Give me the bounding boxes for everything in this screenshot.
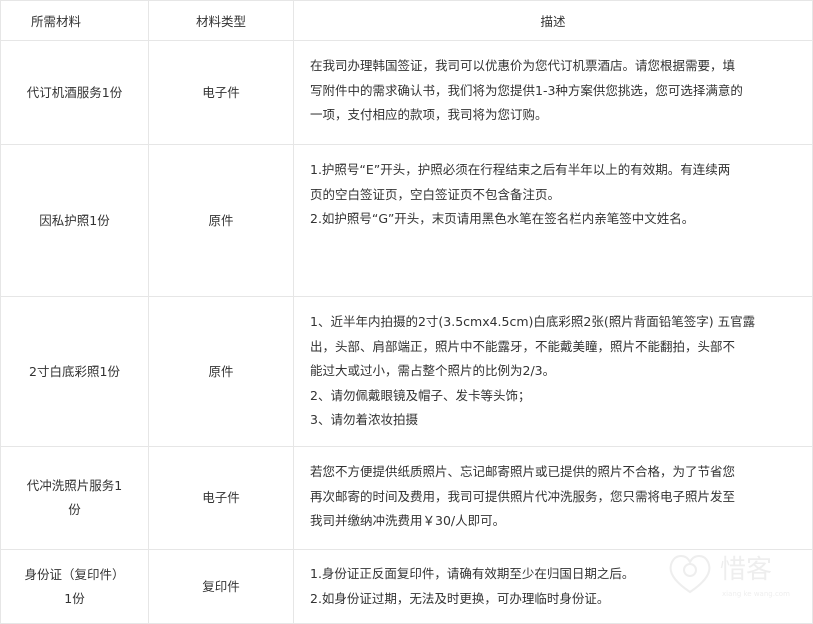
description-cell: 1.护照号“E”开头，护照必须在行程结束之后有半年以上的有效期。有连续两 页的空… <box>293 144 813 297</box>
table-row: 代冲洗照片服务1 份 电子件 若您不方便提供纸质照片、忘记邮寄照片或已提供的照片… <box>0 446 813 550</box>
material-name-cell: 2寸白底彩照1份 <box>0 296 149 447</box>
material-name-cell: 代订机酒服务1份 <box>0 40 149 145</box>
header-material-type: 材料类型 <box>148 0 294 41</box>
table-header-row: 所需材料 材料类型 描述 <box>0 0 813 41</box>
description-line: 2.如护照号“G”开头，末页请用黑色水笔在签名栏内亲笔签中文姓名。 <box>310 211 695 226</box>
description-line: 在我司办理韩国签证，我司可以优惠价为您代订机票酒店。请您根据需要，填 <box>310 58 736 73</box>
material-name: 代冲洗照片服务1 份 <box>1 474 148 522</box>
material-name: 因私护照1份 <box>39 212 110 228</box>
description-line: 1.身份证正反面复印件，请确有效期至少在归国日期之后。 <box>310 566 635 581</box>
material-type: 电子件 <box>148 40 294 145</box>
description-line: 页的空白签证页，空白签证页不包含备注页。 <box>310 186 561 202</box>
description-line: 一项，支付相应的款项，我司将为您订购。 <box>310 107 548 122</box>
materials-table: 所需材料 材料类型 描述 代订机酒服务1份 电子件 在我司办理韩国签证，我司可以… <box>0 0 813 624</box>
table-row: 身份证（复印件） 1份 复印件 1.身份证正反面复印件，请确有效期至少在归国日期… <box>0 549 813 624</box>
table-row: 因私护照1份 原件 1.护照号“E”开头，护照必须在行程结束之后有半年以上的有效… <box>0 144 813 297</box>
description-cell: 若您不方便提供纸质照片、忘记邮寄照片或已提供的照片不合格，为了节省您 再次邮寄的… <box>293 446 813 550</box>
description-line: 出，头部、肩部端正，照片中不能露牙，不能戴美瞳，照片不能翻拍，头部不 <box>310 338 736 354</box>
description-cell: 1.身份证正反面复印件，请确有效期至少在归国日期之后。 2.如身份证过期，无法及… <box>293 549 813 624</box>
description-cell: 1、近半年内拍摄的2寸(3.5cmx4.5cm)白底彩照2张(照片背面铅笔签字)… <box>293 296 813 447</box>
material-name: 代订机酒服务1份 <box>26 84 123 100</box>
material-type: 电子件 <box>148 446 294 550</box>
material-name-line: 身份证（复印件） <box>24 566 125 582</box>
material-type: 原件 <box>148 144 294 297</box>
material-name-cell: 身份证（复印件） 1份 <box>0 549 149 624</box>
header-materials: 所需材料 <box>0 0 149 41</box>
description-line: 2.如身份证过期，无法及时更换，可办理临时身份证。 <box>310 590 610 606</box>
header-description: 描述 <box>293 0 813 41</box>
material-name-line: 代冲洗照片服务1 <box>26 478 123 493</box>
material-name: 身份证（复印件） 1份 <box>1 563 148 611</box>
description-line: 我司并缴纳冲洗费用￥30/人即可。 <box>310 513 506 528</box>
material-name-cell: 代冲洗照片服务1 份 <box>0 446 149 550</box>
description-line: 写附件中的需求确认书，我们将为您提供1-3种方案供您挑选，您可选择满意的 <box>310 82 743 98</box>
material-name: 2寸白底彩照1份 <box>29 363 120 379</box>
description-line: 能过大或过小，需占整个照片的比例为2/3。 <box>310 363 556 378</box>
description-cell: 在我司办理韩国签证，我司可以优惠价为您代订机票酒店。请您根据需要，填 写附件中的… <box>293 40 813 145</box>
material-name-line: 份 <box>68 502 81 517</box>
description-line: 再次邮寄的时间及费用，我司可提供照片代冲洗服务，您只需将电子照片发至 <box>310 488 736 504</box>
material-name-cell: 因私护照1份 <box>0 144 149 297</box>
material-type: 复印件 <box>148 549 294 624</box>
description-line: 若您不方便提供纸质照片、忘记邮寄照片或已提供的照片不合格，为了节省您 <box>310 464 736 479</box>
description-line: 2、请勿佩戴眼镜及帽子、发卡等头饰； <box>310 387 531 403</box>
material-type: 原件 <box>148 296 294 447</box>
description-line: 1.护照号“E”开头，护照必须在行程结束之后有半年以上的有效期。有连续两 <box>310 162 731 177</box>
table-row: 代订机酒服务1份 电子件 在我司办理韩国签证，我司可以优惠价为您代订机票酒店。请… <box>0 40 813 145</box>
table-row: 2寸白底彩照1份 原件 1、近半年内拍摄的2寸(3.5cmx4.5cm)白底彩照… <box>0 296 813 447</box>
description-line: 3、请勿着浓妆拍摄 <box>310 412 418 427</box>
description-line: 1、近半年内拍摄的2寸(3.5cmx4.5cm)白底彩照2张(照片背面铅笔签字)… <box>310 314 756 329</box>
material-name-line: 1份 <box>64 590 85 606</box>
